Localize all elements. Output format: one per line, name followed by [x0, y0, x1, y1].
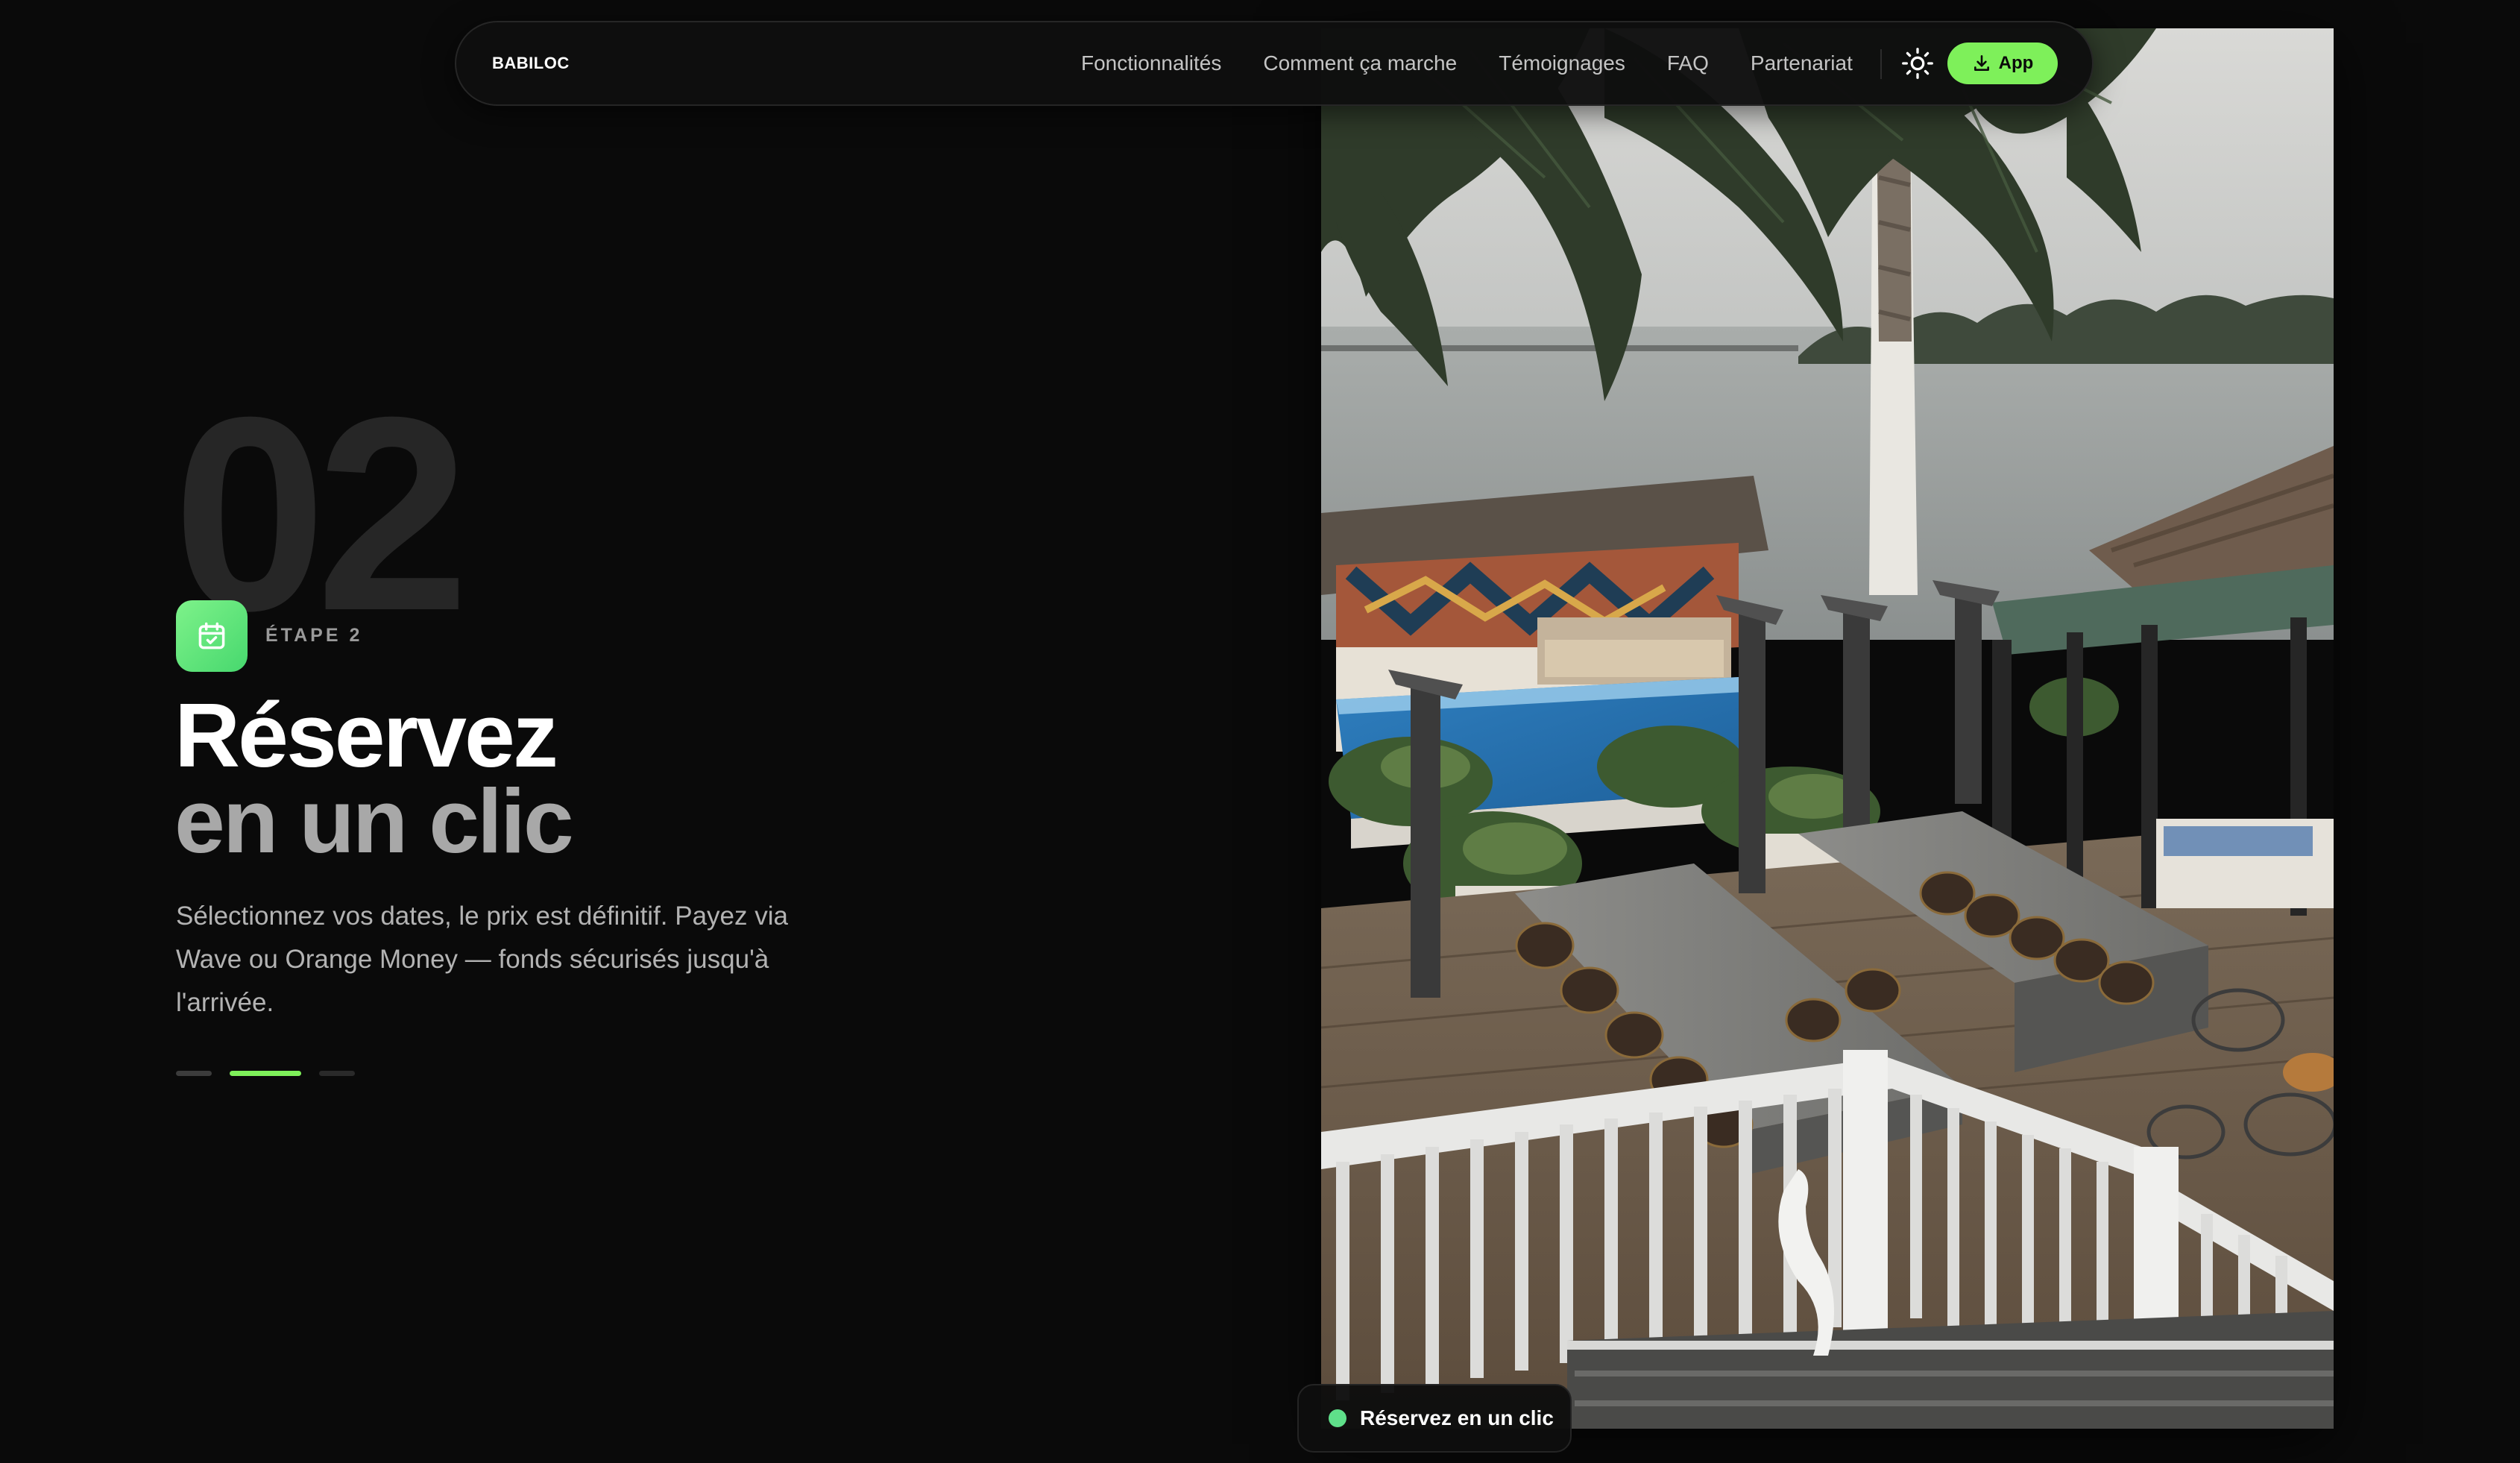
- download-icon: [1974, 54, 1989, 71]
- app-download-button[interactable]: App: [1947, 43, 2058, 84]
- nav-link-comment-ca-marche[interactable]: Comment ça marche: [1263, 51, 1457, 75]
- brand-logo[interactable]: BABILOC: [492, 22, 570, 104]
- progress-dot-step-2-active[interactable]: [230, 1071, 301, 1076]
- caption-text: Réservez en un clic: [1360, 1406, 1554, 1429]
- step-description: Sélectionnez vos dates, le prix est défi…: [176, 902, 788, 1017]
- nav-link-temoignages[interactable]: Témoignages: [1499, 51, 1625, 75]
- nav-link-faq[interactable]: FAQ: [1667, 51, 1709, 75]
- theme-toggle-button[interactable]: [1897, 43, 1938, 84]
- nav-link-fonctionnalites[interactable]: Fonctionnalités: [1081, 51, 1221, 75]
- status-dot: [1329, 1409, 1346, 1427]
- step-icon-badge: [176, 600, 248, 672]
- sun-icon: [1902, 48, 1933, 79]
- step-label: ÉTAPE 2: [265, 625, 363, 646]
- nav-links: Fonctionnalités Comment ça marche Témoig…: [1081, 22, 1853, 104]
- step-title-line2: en un clic: [174, 770, 574, 872]
- photo-caption-pill: Réservez en un clic: [1297, 1384, 1572, 1453]
- nav-divider: [1880, 49, 1882, 79]
- step-title-line1: Réservez: [174, 685, 558, 786]
- venue-photo: [1321, 28, 2334, 1429]
- top-navbar: BABILOC Fonctionnalités Comment ça march…: [455, 21, 2094, 106]
- progress-dot-step-1[interactable]: [176, 1071, 212, 1076]
- calendar-check-icon: [198, 622, 225, 649]
- nav-link-partenariat[interactable]: Partenariat: [1751, 51, 1853, 75]
- app-button-label: App: [1998, 53, 2034, 73]
- progress-dot-step-3[interactable]: [319, 1071, 355, 1076]
